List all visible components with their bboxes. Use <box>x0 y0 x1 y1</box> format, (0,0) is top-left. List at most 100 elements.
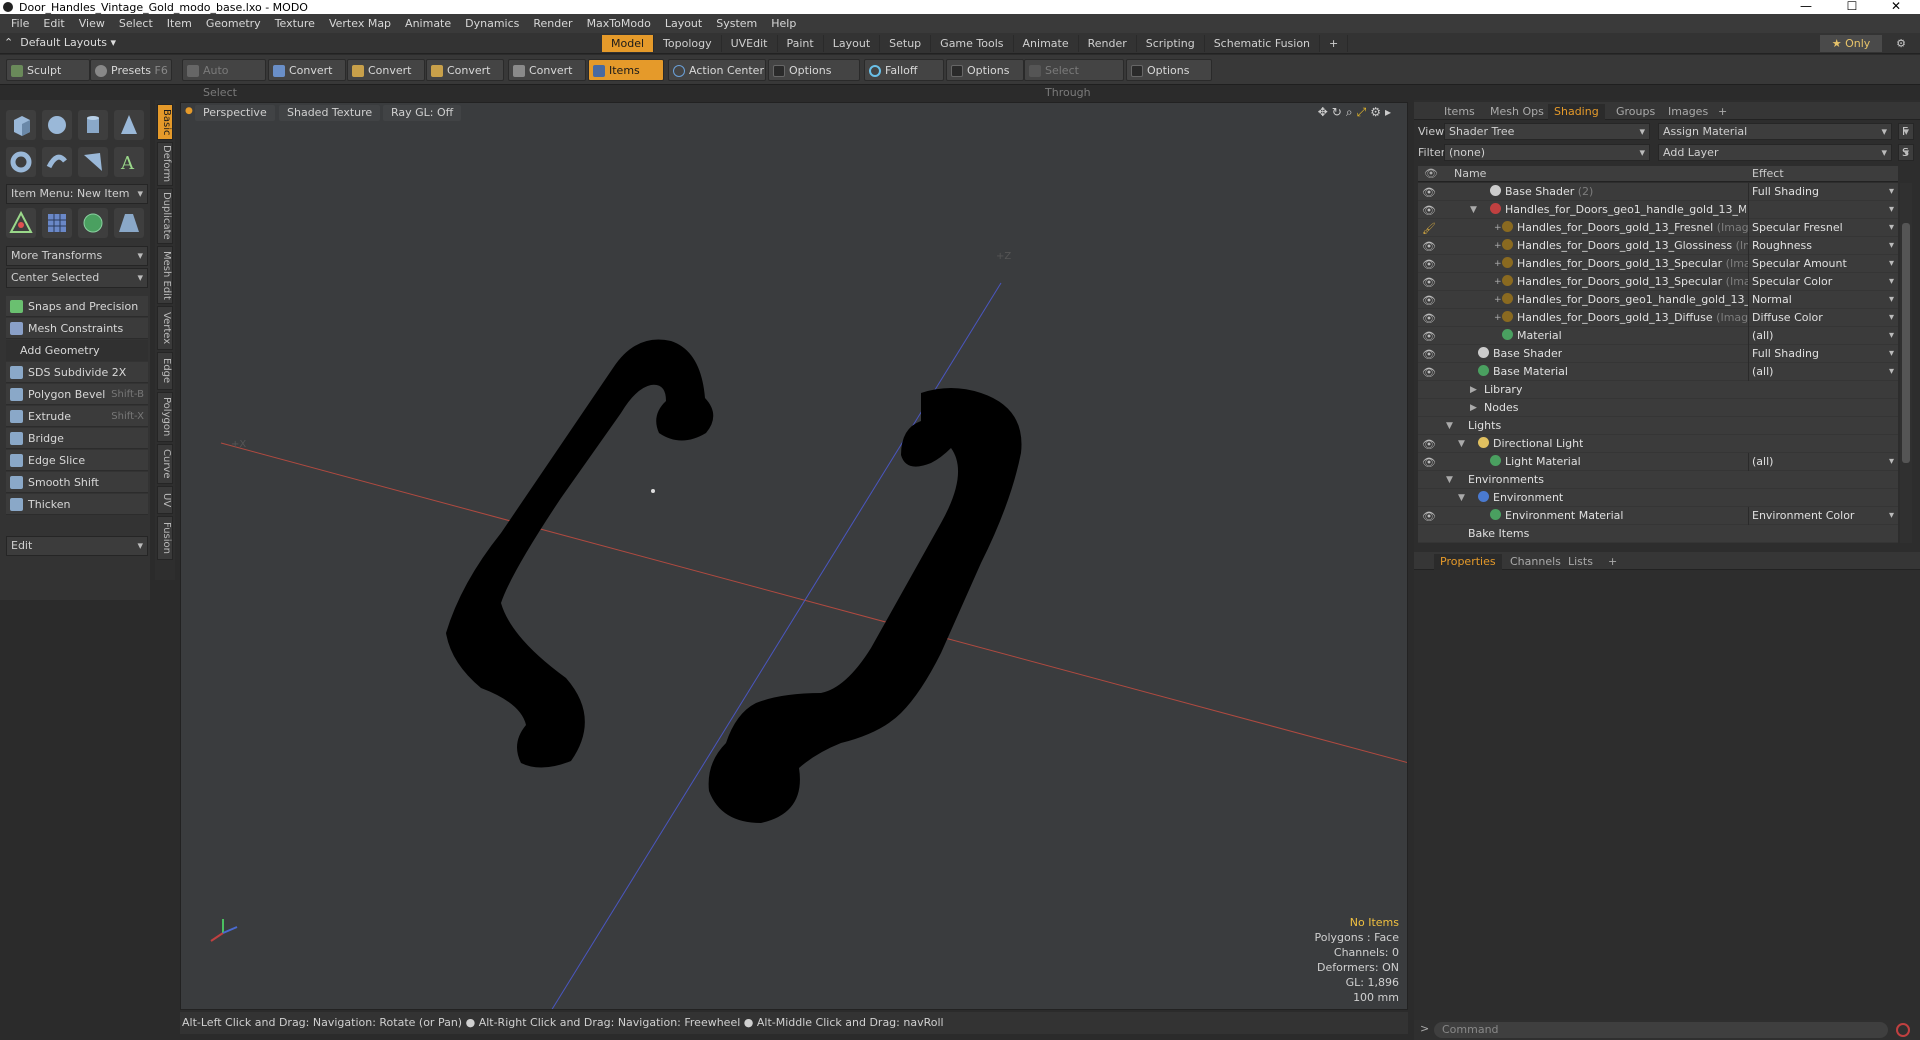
view-dropdown[interactable]: Shader Tree <box>1444 123 1650 140</box>
tree-row[interactable]: 👁 Light Material (all) ▾ <box>1418 453 1898 471</box>
close-button[interactable]: ✕ <box>1874 0 1918 14</box>
sds-subdivide-button[interactable]: SDS Subdivide 2X <box>6 362 148 383</box>
vtab-basic[interactable]: Basic <box>157 104 173 140</box>
viewport-menu-icon[interactable]: ● <box>185 106 193 116</box>
shader-tree-scrollbar[interactable] <box>1900 183 1912 543</box>
tab-items[interactable]: Items <box>1438 104 1481 120</box>
text-icon[interactable]: A <box>114 147 144 177</box>
add-geometry-header[interactable]: Add Geometry <box>6 340 148 361</box>
torus-icon[interactable] <box>6 147 36 177</box>
pen-icon[interactable] <box>78 147 108 177</box>
gear-icon[interactable]: ⚙ <box>1893 35 1909 52</box>
tree-row[interactable]: ▶ Nodes <box>1418 399 1898 417</box>
menu-vertex-map[interactable]: Vertex Map <box>322 17 398 30</box>
menu-edit[interactable]: Edit <box>36 17 71 30</box>
tab-uvedit[interactable]: UVEdit <box>722 35 778 52</box>
eye-icon[interactable]: 👁 <box>1422 454 1436 470</box>
tab-topology[interactable]: Topology <box>654 35 722 52</box>
snaps-and-precision-button[interactable]: Snaps and Precision <box>6 296 148 317</box>
command-input[interactable]: Command <box>1434 1022 1888 1038</box>
mesh-constraints-button[interactable]: Mesh Constraints <box>6 318 148 339</box>
only-toggle[interactable]: ★ Only <box>1820 35 1882 52</box>
rotate-view-icon[interactable]: ↻ <box>1332 105 1346 119</box>
tree-row[interactable]: 👁 Base Shader Full Shading ▾ <box>1418 345 1898 363</box>
transform-icon[interactable] <box>6 208 36 238</box>
action-center-button[interactable]: Action Center <box>668 59 766 81</box>
add-layer-dropdown[interactable]: Add Layer <box>1658 144 1892 161</box>
falloff-options-checkbox[interactable] <box>951 65 963 77</box>
tab-images[interactable]: Images <box>1662 104 1714 120</box>
menu-layout[interactable]: Layout <box>658 17 709 30</box>
action-center-options-button[interactable]: Options <box>768 59 860 81</box>
falloff-button[interactable]: Falloff <box>864 59 944 81</box>
vtab-curve[interactable]: Curve <box>157 444 173 484</box>
add-tab-button[interactable]: + <box>1320 35 1349 52</box>
3d-viewport[interactable]: +X +Z ● Perspective Shaded Texture Ray G… <box>180 102 1408 1010</box>
effect-dropdown-icon[interactable]: ▾ <box>1889 219 1894 237</box>
tab-animate[interactable]: Animate <box>1014 35 1079 52</box>
tree-row[interactable]: 👁 + Handles_for_Doors_gold_13_Diffuse (Ima… <box>1418 309 1898 327</box>
vtab-duplicate[interactable]: Duplicate <box>157 188 173 244</box>
s-button[interactable]: S <box>1898 144 1914 161</box>
effect-dropdown-icon[interactable]: ▾ <box>1889 291 1894 309</box>
expand-icon[interactable]: + <box>1494 309 1502 327</box>
falloff-options-button[interactable]: Options <box>946 59 1024 81</box>
extrude-button[interactable]: Extrude Shift-X <box>6 406 148 427</box>
effect-dropdown-icon[interactable]: ▾ <box>1889 237 1894 255</box>
tree-row[interactable]: 🖌 + Handles_for_Doors_gold_13_Fresnel (Ima… <box>1418 219 1898 237</box>
vtab-uv[interactable]: UV <box>157 486 173 514</box>
tab-model[interactable]: Model <box>602 35 655 52</box>
tab-game-tools[interactable]: Game Tools <box>931 35 1014 52</box>
add-panel-tab[interactable]: + <box>1712 104 1733 120</box>
maximize-button[interactable]: ☐ <box>1830 0 1874 14</box>
grid-icon[interactable] <box>42 208 72 238</box>
expand-icon[interactable]: ▼ <box>1446 471 1453 489</box>
door-handle-right[interactable] <box>708 388 1022 823</box>
door-handle-left[interactable] <box>446 339 714 768</box>
ray-gl-button[interactable]: Ray GL: Off <box>383 105 462 121</box>
tree-row[interactable]: ▼ Lights <box>1418 417 1898 435</box>
vtab-edge[interactable]: Edge <box>157 352 173 390</box>
eye-icon[interactable]: 👁 <box>1422 202 1436 218</box>
tree-row[interactable]: 👁 ▼ Handles_for_Doors_geo1_handle_gold_13_… <box>1418 201 1898 219</box>
expand-icon[interactable]: + <box>1494 273 1502 291</box>
tree-row[interactable]: 👁 Environment Material Environment Color ▾ <box>1418 507 1898 525</box>
cone-icon[interactable] <box>114 110 144 140</box>
expand-icon[interactable]: ▶ <box>1470 399 1477 417</box>
vtab-fusion[interactable]: Fusion <box>157 516 173 560</box>
perspective-grid-icon[interactable] <box>114 208 144 238</box>
edit-dropdown[interactable]: Edit <box>6 536 148 556</box>
record-icon[interactable] <box>1896 1023 1910 1037</box>
menu-dynamics[interactable]: Dynamics <box>458 17 526 30</box>
menu-select[interactable]: Select <box>112 17 160 30</box>
move-view-icon[interactable]: ✥ <box>1318 105 1332 119</box>
tab-groups[interactable]: Groups <box>1610 104 1661 120</box>
tab-paint[interactable]: Paint <box>778 35 824 52</box>
vtab-vertex[interactable]: Vertex <box>157 306 173 350</box>
effect-dropdown-icon[interactable]: ▾ <box>1889 363 1894 381</box>
eye-icon[interactable]: 👁 <box>1422 508 1436 524</box>
expand-icon[interactable]: ▼ <box>1470 201 1477 219</box>
tree-row[interactable]: 👁 Base Shader (2) Full Shading ▾ <box>1418 183 1898 201</box>
convert-button-4[interactable]: Convert <box>508 59 586 81</box>
shaded-texture-button[interactable]: Shaded Texture <box>279 105 381 121</box>
smooth-shift-button[interactable]: Smooth Shift <box>6 472 148 493</box>
filter-dropdown[interactable]: (none) <box>1444 144 1650 161</box>
expand-icon[interactable]: ▶ <box>1470 381 1477 399</box>
menu-maxtomodo[interactable]: MaxToModo <box>580 17 658 30</box>
tab-mesh-ops[interactable]: Mesh Ops <box>1484 104 1550 120</box>
globe-icon[interactable] <box>78 208 108 238</box>
perspective-button[interactable]: Perspective <box>195 105 275 121</box>
effect-dropdown-icon[interactable]: ▾ <box>1889 507 1894 525</box>
tree-row[interactable]: Bake Items <box>1418 525 1898 543</box>
eye-icon[interactable]: 👁 <box>1422 364 1436 380</box>
options-checkbox[interactable] <box>773 65 785 77</box>
edge-slice-button[interactable]: Edge Slice <box>6 450 148 471</box>
tab-shading[interactable]: Shading <box>1548 104 1605 120</box>
convert-button-1[interactable]: Convert <box>268 59 346 81</box>
select-options-checkbox[interactable] <box>1131 65 1143 77</box>
default-layouts-dropdown[interactable]: ⌃ Default Layouts ▾ <box>4 36 116 49</box>
scrollbar-thumb[interactable] <box>1902 223 1910 463</box>
center-selected-dropdown[interactable]: Center Selected <box>6 268 148 288</box>
effect-dropdown-icon[interactable]: ▾ <box>1889 327 1894 345</box>
